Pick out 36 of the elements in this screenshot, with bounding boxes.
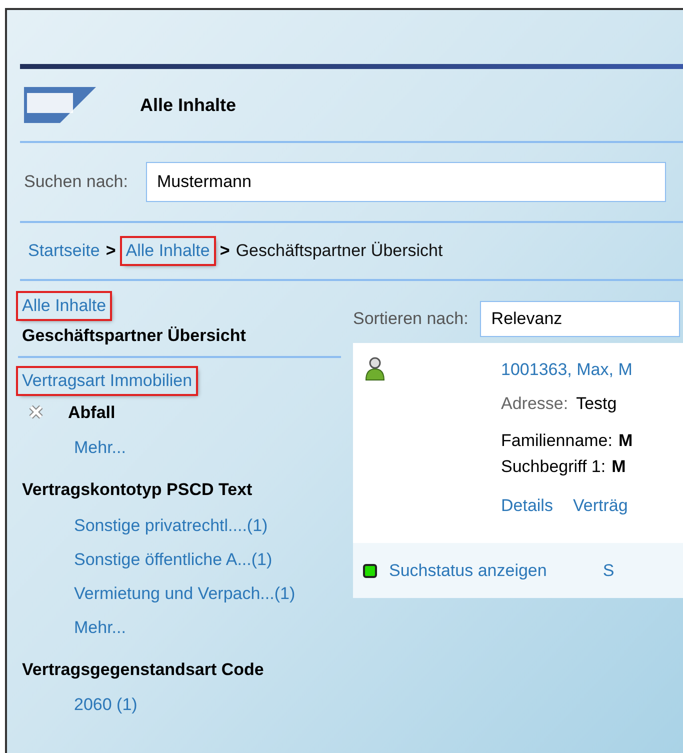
remove-icon[interactable] xyxy=(28,404,44,420)
breadcrumb-separator: > xyxy=(106,240,116,262)
filter-link[interactable]: Mehr... xyxy=(74,437,126,459)
address-label: Adresse: xyxy=(501,392,568,414)
field-label: Suchbegriff 1: xyxy=(501,456,606,478)
sort-label: Sortieren nach: xyxy=(353,308,468,330)
breadcrumb-link[interactable]: Startseite xyxy=(28,238,100,264)
breadcrumb-separator: > xyxy=(220,240,230,262)
search-status-link[interactable]: Suchstatus anzeigen xyxy=(389,558,547,584)
filter-link[interactable]: Mehr... xyxy=(74,616,126,638)
filter-link[interactable]: Vertragsart Immobilien xyxy=(18,368,196,394)
footer-link[interactable]: S xyxy=(602,558,614,584)
page-title: Alle Inhalte xyxy=(140,94,236,116)
search-label: Suchen nach: xyxy=(24,171,128,194)
filter-link[interactable]: 2060 (1) xyxy=(74,694,138,716)
person-icon xyxy=(365,357,385,381)
breadcrumb-current: Geschäftspartner Übersicht xyxy=(236,240,443,262)
breadcrumb-link[interactable]: Alle Inhalte xyxy=(122,238,214,264)
result-title-link[interactable]: 1001363, Max, M xyxy=(501,357,633,382)
search-field[interactable]: Mustermann xyxy=(146,162,666,202)
sidebar-heading: Geschäftspartner Übersicht xyxy=(18,322,341,358)
filter-heading: Vertragskontotyp PSCD Text xyxy=(21,479,252,501)
sort-dropdown[interactable]: Relevanz xyxy=(480,301,680,337)
filter-heading: Vertragsgegenstandsart Code xyxy=(21,658,264,681)
field-label: Familienname: xyxy=(501,430,612,452)
selected-filter: Abfall xyxy=(68,402,116,424)
field-value: M xyxy=(612,456,626,478)
sidebar-link[interactable]: Alle Inhalte xyxy=(18,293,110,318)
field-value: M xyxy=(618,430,633,452)
result-link[interactable]: Details xyxy=(501,493,553,518)
logo-icon xyxy=(24,87,96,123)
address-value: Testg xyxy=(576,392,617,414)
filter-link[interactable]: Sonstige öffentliche A...(1) xyxy=(74,548,272,570)
result-link[interactable]: Verträg xyxy=(572,493,628,518)
filter-link[interactable]: Sonstige privatrechtl....(1) xyxy=(74,514,268,536)
filter-link[interactable]: Vermietung und Verpach...(1) xyxy=(74,582,296,604)
